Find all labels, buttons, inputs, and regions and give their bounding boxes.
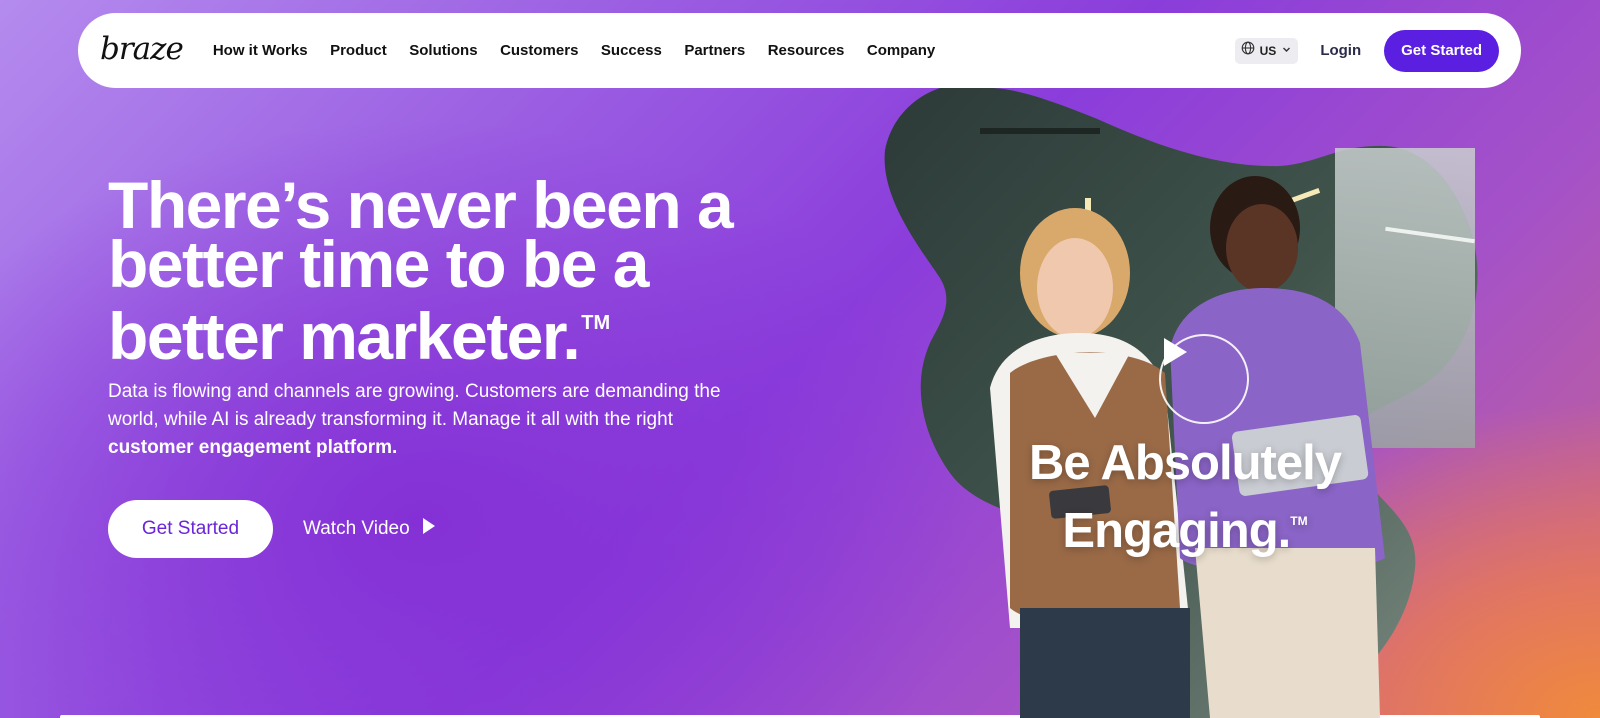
tagline-line-1: Be Absolutely	[1029, 436, 1342, 490]
tagline-line-2: Engaging.TM	[975, 492, 1395, 560]
nav-customers[interactable]: Customers	[500, 42, 578, 59]
trademark-mark: TM	[581, 312, 611, 334]
tagline-trademark: TM	[1290, 514, 1308, 528]
man-face	[1226, 204, 1298, 292]
braze-logo[interactable]: braze	[100, 31, 184, 67]
visual-tagline: Be Absolutely Engaging.TM	[975, 434, 1395, 560]
nav-solutions[interactable]: Solutions	[409, 42, 477, 59]
hero-headline: There’s never been a better time to be a…	[108, 172, 808, 369]
hero-subcopy-emphasis: customer engagement platform.	[108, 437, 398, 458]
nav-success[interactable]: Success	[601, 42, 662, 59]
hero-headline-text: There’s never been a better time to be a…	[108, 168, 734, 373]
man-trousers	[1195, 548, 1380, 718]
hero-subcopy-text: Data is flowing and channels are growing…	[108, 381, 721, 430]
primary-nav: How it Works Product Solutions Customers…	[213, 42, 958, 59]
nav-product[interactable]: Product	[330, 42, 387, 59]
hero-visual: Be Absolutely Engaging.TM	[880, 88, 1520, 718]
video-play-button[interactable]	[1159, 334, 1249, 424]
chevron-down-icon	[1281, 42, 1292, 60]
nav-resources[interactable]: Resources	[768, 42, 845, 59]
locale-label: US	[1259, 43, 1277, 58]
hero-subcopy: Data is flowing and channels are growing…	[108, 378, 768, 462]
hero-get-started-button[interactable]: Get Started	[108, 500, 273, 558]
woman-jeans	[1020, 608, 1190, 718]
nav-partners[interactable]: Partners	[684, 42, 745, 59]
nav-how-it-works[interactable]: How it Works	[213, 42, 308, 59]
watch-video-button[interactable]: Watch Video	[303, 514, 436, 544]
nav-actions: US Login Get Started	[1234, 29, 1499, 72]
login-link[interactable]: Login	[1320, 42, 1361, 59]
nav-get-started-button[interactable]: Get Started	[1384, 29, 1499, 72]
nav-company[interactable]: Company	[867, 42, 935, 59]
top-nav: braze How it Works Product Solutions Cus…	[78, 13, 1521, 88]
play-triangle-icon	[422, 517, 436, 541]
ceiling-beam	[980, 128, 1100, 134]
woman-face	[1037, 238, 1113, 338]
locale-selector[interactable]: US	[1234, 37, 1299, 64]
tagline-line-2-text: Engaging.	[1062, 504, 1291, 558]
watch-video-label: Watch Video	[303, 518, 410, 539]
globe-icon	[1241, 41, 1255, 60]
